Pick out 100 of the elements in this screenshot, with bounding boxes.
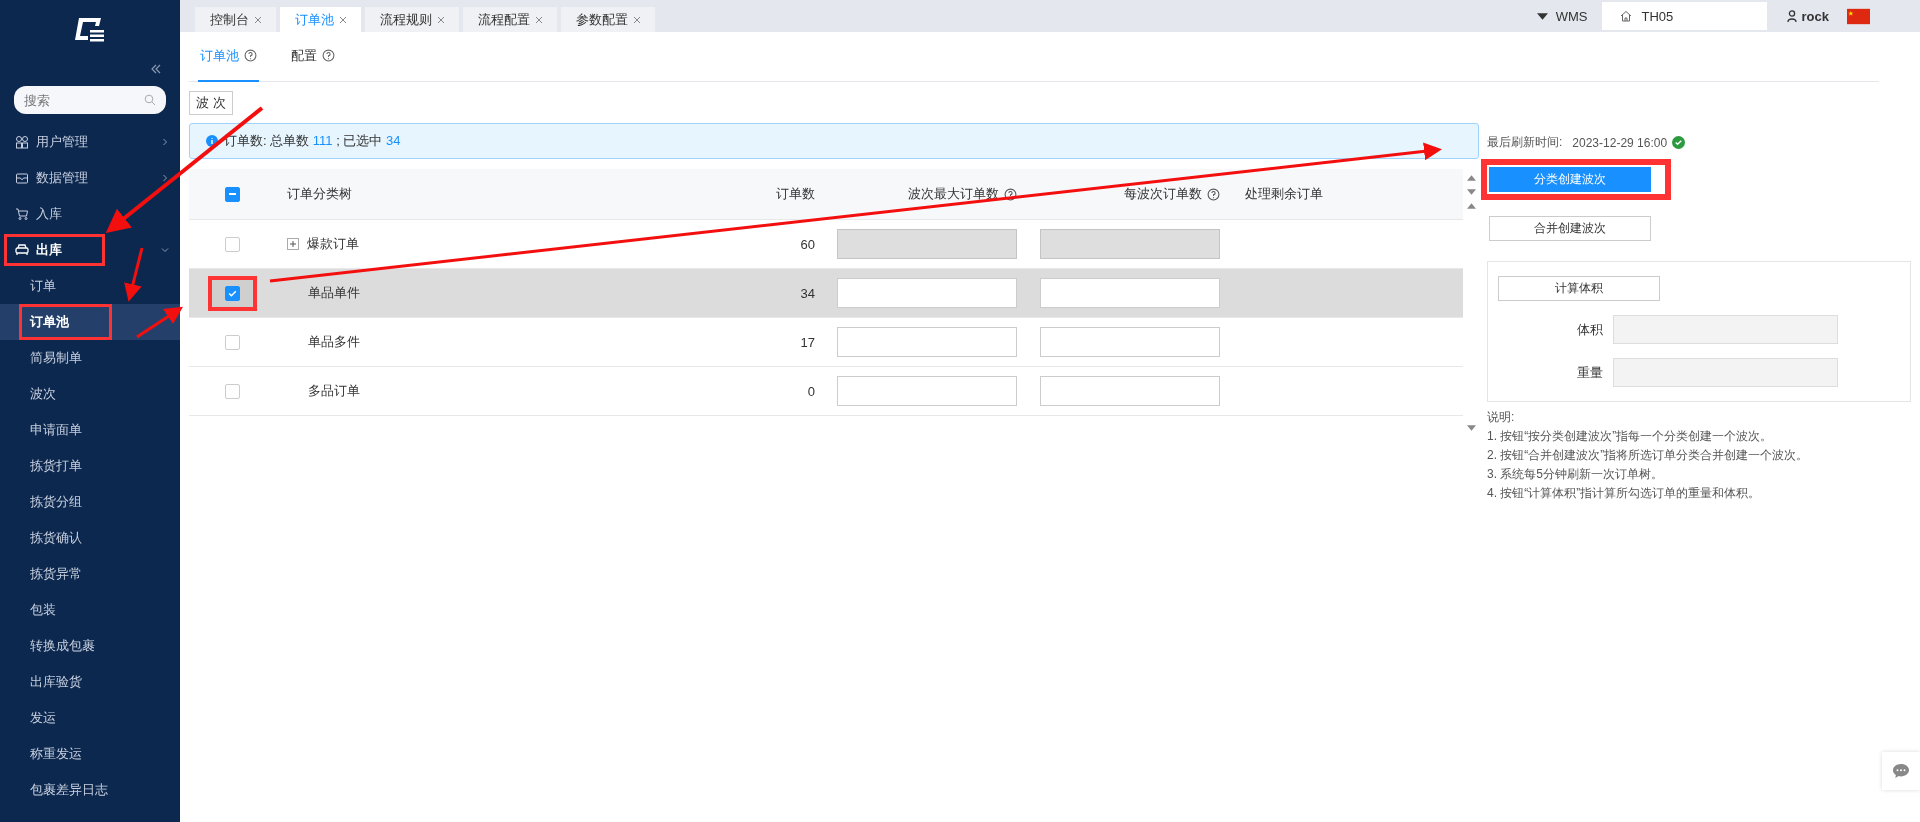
table-cell: 0: [807, 383, 815, 399]
table-cell: 17: [800, 334, 815, 350]
flag-icon[interactable]: [1847, 7, 1870, 25]
table-cell: 单品多件: [308, 333, 360, 351]
submenu-label: 拣货打单: [30, 458, 82, 473]
menu-label: 出库: [36, 241, 62, 259]
chevron-icon: [160, 173, 170, 183]
column-header: 处理剩余订单: [1245, 186, 1323, 201]
row-checkbox[interactable]: [224, 334, 240, 350]
page-tab[interactable]: 流程配置: [463, 7, 557, 32]
page-tab[interactable]: 流程规则: [365, 7, 459, 32]
arrow: [124, 247, 144, 302]
submenu-item[interactable]: 订单: [0, 268, 180, 304]
table-row[interactable]: 单品单件 34: [189, 269, 1463, 318]
help-icon: [1004, 187, 1017, 201]
caret-icon: [1536, 12, 1548, 20]
collapse-icon[interactable]: [150, 64, 162, 74]
scroll-up-icon[interactable]: [1466, 175, 1476, 181]
submenu-item[interactable]: 出库验货: [0, 664, 180, 700]
menu-label: 用户管理: [36, 133, 88, 151]
menu-item[interactable]: 入库: [0, 196, 180, 232]
submenu-label: 拣货分组: [30, 494, 82, 509]
submenu-label: 转换成包裹: [30, 638, 95, 653]
submenu-item[interactable]: 发运: [0, 700, 180, 736]
submenu-item[interactable]: 拣货分组: [0, 484, 180, 520]
chat-button[interactable]: [1882, 752, 1920, 790]
refresh-time: 2023-12-29 16:00: [1572, 135, 1668, 150]
chevron-icon: [160, 137, 170, 147]
warehouse-selector[interactable]: TH05: [1601, 2, 1767, 30]
input-field[interactable]: [837, 278, 1017, 308]
action-button[interactable]: 合并创建波次: [1489, 216, 1651, 241]
submenu-label: 包装: [30, 602, 56, 617]
chevron-icon: [160, 245, 170, 255]
header-checkbox[interactable]: [224, 186, 240, 202]
search-icon: [144, 94, 156, 106]
sub-tab[interactable]: 配置: [289, 31, 337, 82]
close-icon[interactable]: [339, 15, 347, 24]
close-icon[interactable]: [437, 15, 445, 24]
grid-icon: [15, 135, 29, 149]
scroll-down-icon[interactable]: [1466, 425, 1476, 431]
submenu-label: 申请面单: [30, 422, 82, 437]
column-header: 每波次订单数: [1124, 185, 1202, 203]
menu-item[interactable]: 出库: [0, 232, 180, 268]
submenu-label: 简易制单: [30, 350, 82, 365]
note-line: 1. 按钮“按分类创建波次”指每一个分类创建一个波次。: [1487, 428, 1774, 445]
submenu-item[interactable]: 简易制单: [0, 340, 180, 376]
submenu-item[interactable]: 拣货确认: [0, 520, 180, 556]
submenu-item[interactable]: 包装: [0, 592, 180, 628]
row-checkbox[interactable]: [224, 285, 240, 301]
menu-item[interactable]: 数据管理: [0, 160, 180, 196]
close-icon[interactable]: [535, 15, 543, 24]
submenu-item[interactable]: 称重发运: [0, 736, 180, 772]
menu-item[interactable]: 用户管理: [0, 124, 180, 160]
help-icon: [244, 49, 257, 62]
house-icon: [1619, 10, 1632, 22]
input-field[interactable]: [837, 376, 1017, 406]
note-line: 3. 系统每5分钟刷新一次订单树。: [1487, 466, 1664, 483]
car-icon: [15, 243, 29, 257]
table-row[interactable]: 多品订单 0: [189, 367, 1463, 416]
scroll-up-icon[interactable]: [1466, 203, 1476, 209]
help-icon: [1207, 187, 1220, 201]
wave-button[interactable]: 波 次: [189, 91, 233, 115]
page-tab[interactable]: 控制台: [195, 7, 276, 32]
input-field[interactable]: [1040, 278, 1220, 308]
close-icon[interactable]: [254, 15, 262, 24]
submenu-label: 拣货异常: [30, 566, 82, 581]
table-cell: 爆款订单: [307, 235, 359, 253]
scroll-down-icon[interactable]: [1466, 189, 1476, 195]
search-field[interactable]: 搜索: [14, 86, 166, 114]
system-dropdown[interactable]: WMS: [1536, 8, 1588, 24]
close-icon[interactable]: [633, 15, 641, 24]
input-field[interactable]: [1040, 327, 1220, 357]
submenu-label: 波次: [30, 386, 56, 401]
submenu-label: 订单: [30, 278, 56, 293]
submenu-item[interactable]: 转换成包裹: [0, 628, 180, 664]
table-cell: 34: [800, 285, 815, 301]
page-tab[interactable]: 参数配置: [561, 7, 655, 32]
notes-title: 说明:: [1487, 409, 1516, 426]
submenu-label: 称重发运: [30, 746, 82, 761]
user-icon: [1786, 10, 1797, 22]
column-header: 波次最大订单数: [908, 185, 999, 203]
calc-button[interactable]: 计算体积: [1498, 276, 1660, 301]
logo-icon: [75, 16, 105, 42]
input-field[interactable]: [1040, 376, 1220, 406]
submenu-item[interactable]: 订单池: [0, 304, 180, 340]
submenu-label: 出库验货: [30, 674, 82, 689]
submenu-item[interactable]: 包裹差异日志: [0, 772, 180, 808]
table-row[interactable]: 单品多件 17: [189, 318, 1463, 367]
submenu-item[interactable]: 波次: [0, 376, 180, 412]
submenu-item[interactable]: 拣货打单: [0, 448, 180, 484]
user-menu[interactable]: rock: [1786, 8, 1829, 24]
note-line: 2. 按钮“合并创建波次”指将所选订单分类合并创建一个波次。: [1487, 447, 1810, 464]
chat-icon: [1892, 763, 1910, 779]
submenu-item[interactable]: 申请面单: [0, 412, 180, 448]
input-field[interactable]: [837, 327, 1017, 357]
menu-label: 数据管理: [36, 169, 88, 187]
submenu-label: 包裹差异日志: [30, 782, 108, 797]
submenu-item[interactable]: 拣货异常: [0, 556, 180, 592]
row-checkbox[interactable]: [224, 383, 240, 399]
table-cell: 单品单件: [308, 284, 360, 302]
